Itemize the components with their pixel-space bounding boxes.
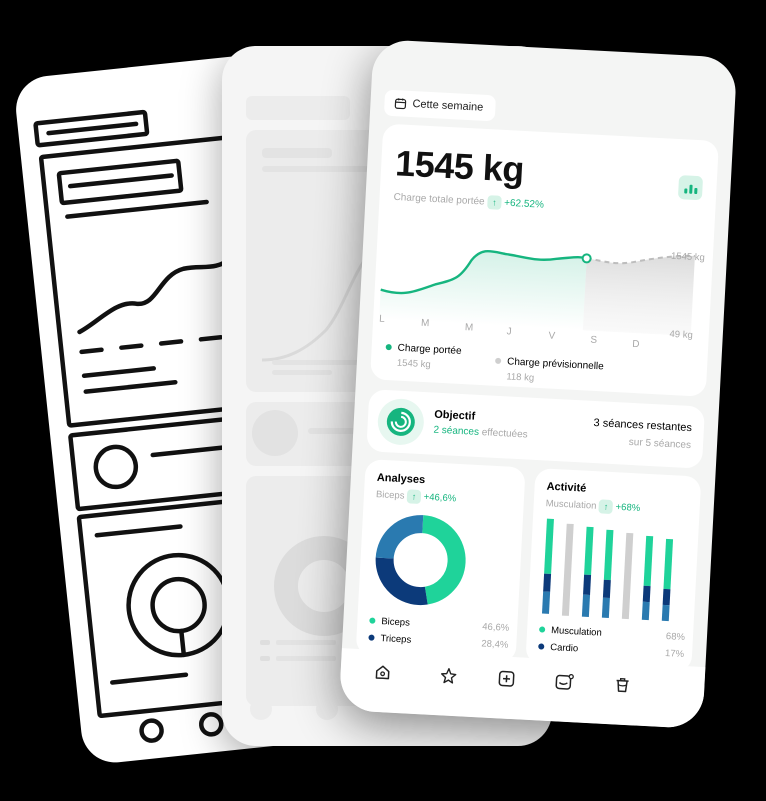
activity-bar <box>601 529 614 619</box>
activity-bar <box>661 538 674 622</box>
legend-item-triceps: Triceps 28,4% <box>368 632 509 651</box>
activity-bar <box>541 518 554 614</box>
activity-subtitle-row: Musculation ↑ +68% <box>545 497 640 516</box>
total-load-value: 1545 kg <box>394 142 525 190</box>
day-label: M <box>420 317 430 330</box>
legend-dot <box>385 344 392 351</box>
legend-value: 1545 kg <box>396 357 431 371</box>
activity-change: +68% <box>615 501 641 515</box>
goal-remaining: 3 séances restantes <box>593 416 693 435</box>
forecast-area <box>582 255 695 336</box>
day-label: S <box>590 334 598 347</box>
goal-card[interactable]: Objectif 2 séances effectuées 3 séances … <box>366 389 706 469</box>
dashboard-phone: Cette semaine 1545 kg Charge totale port… <box>338 38 738 730</box>
goal-title: Objectif <box>433 408 476 423</box>
activity-bar <box>641 535 654 621</box>
legend-item-musculation: Musculation 68% <box>538 624 686 644</box>
legend-name: Cardio <box>549 642 579 655</box>
period-label: Cette semaine <box>412 98 484 114</box>
analyses-change: +46,6% <box>423 491 457 505</box>
star-icon[interactable] <box>436 663 461 688</box>
day-label: L <box>378 313 386 325</box>
arrow-up-icon: ↑ <box>598 499 614 515</box>
total-load-caption-row: Charge totale portée ↑ +62.52% <box>393 190 544 212</box>
wire-nav-dot <box>316 698 338 720</box>
legend-item-charge-portee: Charge portée 1545 kg <box>385 342 462 372</box>
day-label: V <box>548 330 556 342</box>
chart-max-label: 1545 kg <box>670 250 706 264</box>
legend-name: Charge portée <box>397 342 462 357</box>
goal-done-suffix: effectuées <box>481 427 528 441</box>
day-label: D <box>631 338 640 351</box>
analyses-card[interactable]: Analyses Biceps ↑ +46,6% Biceps 46,6% Tr… <box>355 459 526 664</box>
analyses-title: Analyses <box>376 471 426 487</box>
goal-progress-text: 2 séances effectuées <box>433 425 528 441</box>
target-icon <box>386 407 415 436</box>
legend-value: 68% <box>665 631 686 644</box>
legend-dot <box>368 634 375 642</box>
legend-name: Biceps <box>381 616 411 629</box>
legend-item-cardio: Cardio 17% <box>538 641 684 660</box>
load-card: 1545 kg Charge totale portée ↑ +62.52% 1… <box>370 123 719 397</box>
legend-value: 28,4% <box>481 638 509 651</box>
legend-value: 17% <box>664 648 685 661</box>
activity-legend: Musculation 68% Cardio 17% <box>538 624 685 660</box>
legend-item-biceps: Biceps 46,6% <box>369 616 509 634</box>
wire-line <box>272 370 332 375</box>
legend-name: Triceps <box>380 633 412 646</box>
analyses-subtitle: Biceps <box>375 489 405 502</box>
total-load-change: +62.52% <box>503 197 545 211</box>
activity-card[interactable]: Activité Musculation ↑ +68% Musculation … <box>525 467 702 673</box>
legend-dot <box>369 617 376 625</box>
activity-bar <box>561 523 574 616</box>
wire-chip <box>246 96 350 120</box>
arrow-up-icon: ↑ <box>406 489 422 505</box>
analyses-subtitle-row: Biceps ↑ +46,6% <box>376 488 457 506</box>
analyses-legend: Biceps 46,6% Triceps 28,4% <box>368 616 509 651</box>
home-icon[interactable] <box>370 660 395 685</box>
calendar-icon <box>394 98 407 110</box>
goal-done-count: 2 séances <box>433 424 480 438</box>
period-selector[interactable]: Cette semaine <box>383 89 496 122</box>
goal-total: sur 5 séances <box>628 436 692 452</box>
day-label: J <box>506 326 512 338</box>
analyses-donut-chart <box>375 515 466 606</box>
activity-title: Activité <box>546 480 587 495</box>
legend-value: 118 kg <box>506 371 535 384</box>
day-label: M <box>464 322 474 334</box>
wire-line <box>272 360 362 365</box>
legend-item-charge-previsionnelle: Charge prévisionnelle 118 kg <box>494 356 604 388</box>
total-load-caption: Charge totale portée <box>393 191 485 208</box>
wire-avatar <box>252 410 298 456</box>
legend-name: Charge prévisionnelle <box>506 356 605 373</box>
arrow-up-icon: ↑ <box>487 195 502 210</box>
trash-icon[interactable] <box>610 672 635 697</box>
legend-dot <box>494 358 502 365</box>
legend-dot <box>538 643 545 651</box>
activity-bar <box>581 526 594 617</box>
bar-chart-icon[interactable] <box>677 175 704 201</box>
add-icon[interactable] <box>494 666 519 691</box>
legend-dot <box>538 626 546 634</box>
legend-value: 46,6% <box>481 621 510 634</box>
activity-subtitle: Musculation <box>545 498 597 512</box>
wire-nav-dot <box>250 698 272 720</box>
activity-bar-chart <box>541 518 674 622</box>
mail-icon[interactable] <box>552 669 577 694</box>
legend-name: Musculation <box>550 625 603 639</box>
goal-progress-ring <box>376 397 426 447</box>
activity-bar <box>621 532 634 620</box>
current-point-marker[interactable] <box>581 253 592 264</box>
